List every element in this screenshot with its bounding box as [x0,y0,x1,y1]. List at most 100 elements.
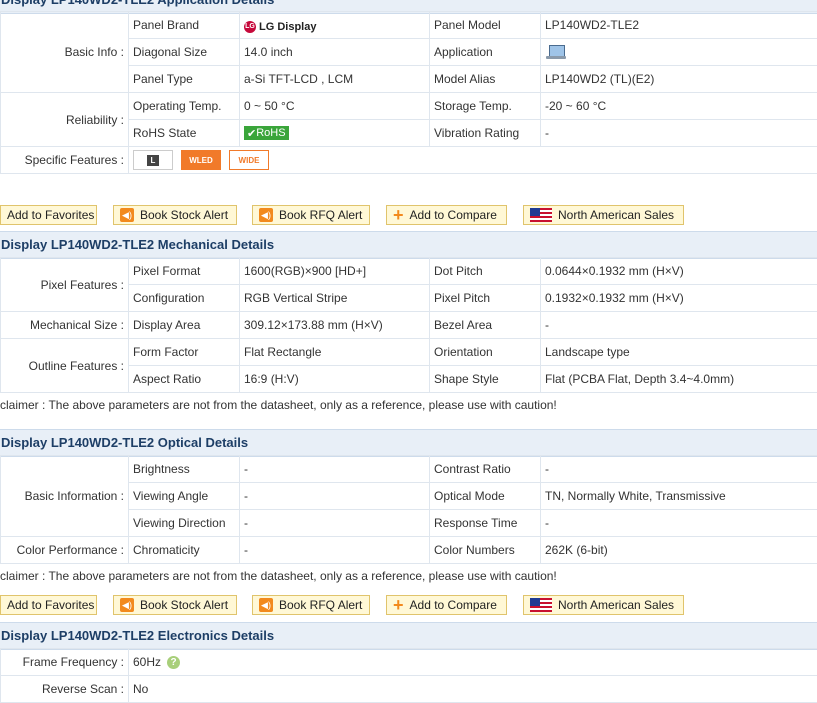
pixel-format-value: 1600(RGB)×900 [HD+] [240,258,430,285]
optical-table: Basic Information : Brightness - Contras… [0,455,817,564]
viewing-angle-value: - [240,483,430,510]
diagonal-size-value: 14.0 inch [240,39,430,66]
specific-features-label: Specific Features : [1,147,129,174]
shape-style-label: Shape Style [430,366,541,393]
us-flag-icon [530,598,552,612]
shape-style-value: Flat (PCBA Flat, Depth 3.4~4.0mm) [541,366,817,393]
orientation-label: Orientation [430,339,541,366]
optical-mode-label: Optical Mode [430,483,541,510]
book-stock-alert-button[interactable]: ◀)Book Stock Alert [113,595,237,615]
book-rfq-alert-button[interactable]: ◀)Book RFQ Alert [252,595,370,615]
add-to-compare-button[interactable]: +Add to Compare [386,205,507,225]
action-bar-2: Add to Favorites ◀)Book Stock Alert ◀)Bo… [0,595,817,617]
laptop-icon[interactable] [545,44,567,60]
add-to-compare-button[interactable]: +Add to Compare [386,595,507,615]
configuration-label: Configuration [129,285,240,312]
lg-display-logo[interactable]: LGLG Display [244,21,316,33]
brightness-label: Brightness [129,456,240,483]
plus-icon: + [393,208,404,222]
response-time-label: Response Time [430,510,541,537]
operating-temp-label: Operating Temp. [129,93,240,120]
reverse-scan-label: Reverse Scan : [1,676,129,703]
rohs-badge: ✔RoHS [244,126,289,140]
vibration-rating-label: Vibration Rating [430,120,541,147]
application-table: Basic Info : Panel Brand LGLG Display Pa… [0,11,817,174]
chromaticity-label: Chromaticity [129,537,240,564]
basic-information-label: Basic Information : [1,456,129,537]
plus-icon: + [393,598,404,612]
pixel-pitch-value: 0.1932×0.1932 mm (H×V) [541,285,817,312]
panel-brand-value[interactable]: LGLG Display [240,12,430,39]
reverse-scan-value: No [129,676,817,703]
storage-temp-label: Storage Temp. [430,93,541,120]
lg-logo-icon: LG [244,21,256,33]
form-factor-value: Flat Rectangle [240,339,430,366]
pixel-format-label: Pixel Format [129,258,240,285]
panel-brand-label: Panel Brand [129,12,240,39]
electronics-details-title: Display LP140WD2-TLE2 Electronics Detail… [0,622,817,650]
contrast-ratio-label: Contrast Ratio [430,456,541,483]
form-factor-label: Form Factor [129,339,240,366]
optical-details-title: Display LP140WD2-TLE2 Optical Details [0,429,817,457]
viewing-angle-label: Viewing Angle [129,483,240,510]
viewing-direction-label: Viewing Direction [129,510,240,537]
panel-type-label: Panel Type [129,66,240,93]
storage-temp-value: -20 ~ 60 °C [541,93,817,120]
speaker-icon: ◀) [120,208,134,222]
rohs-state-label: RoHS State [129,120,240,147]
bezel-area-label: Bezel Area [430,312,541,339]
pixel-pitch-label: Pixel Pitch [430,285,541,312]
dot-pitch-label: Dot Pitch [430,258,541,285]
chromaticity-value: - [240,537,430,564]
color-numbers-value: 262K (6-bit) [541,537,817,564]
action-bar-1: Add to Favorites ◀)Book Stock Alert ◀)Bo… [0,205,817,227]
speaker-icon: ◀) [120,598,134,612]
help-icon[interactable]: ? [167,656,180,669]
panel-model-value: LP140WD2-TLE2 [541,12,817,39]
lcd-feature-icon[interactable]: L [133,150,173,170]
dot-pitch-value: 0.0644×0.1932 mm (H×V) [541,258,817,285]
aspect-ratio-value: 16:9 (H:V) [240,366,430,393]
frame-frequency-label: Frame Frequency : [1,649,129,676]
mechanical-table: Pixel Features : Pixel Format 1600(RGB)×… [0,257,817,393]
panel-type-value: a-Si TFT-LCD , LCM [240,66,430,93]
book-stock-alert-button[interactable]: ◀)Book Stock Alert [113,205,237,225]
panel-model-label: Panel Model [430,12,541,39]
speaker-icon: ◀) [259,598,273,612]
configuration-value: RGB Vertical Stripe [240,285,430,312]
rohs-state-value: ✔RoHS [240,120,430,147]
basic-info-label: Basic Info : [1,12,129,93]
color-performance-label: Color Performance : [1,537,129,564]
diagonal-size-label: Diagonal Size [129,39,240,66]
north-american-sales-button[interactable]: North American Sales [523,205,684,225]
display-area-value: 309.12×173.88 mm (H×V) [240,312,430,339]
model-alias-value: LP140WD2 (TL)(E2) [541,66,817,93]
model-alias-label: Model Alias [430,66,541,93]
application-value [541,39,817,66]
color-numbers-label: Color Numbers [430,537,541,564]
check-icon: ✔ [247,127,256,140]
optical-mode-value: TN, Normally White, Transmissive [541,483,817,510]
vibration-rating-value: - [541,120,817,147]
outline-features-label: Outline Features : [1,339,129,393]
us-flag-icon [530,208,552,222]
optical-disclaimer: claimer : The above parameters are not f… [0,563,557,589]
display-area-label: Display Area [129,312,240,339]
north-american-sales-button[interactable]: North American Sales [523,595,684,615]
mechanical-disclaimer: claimer : The above parameters are not f… [0,392,557,418]
mechanical-details-title: Display LP140WD2-TLE2 Mechanical Details [0,231,817,259]
add-to-favorites-button[interactable]: Add to Favorites [0,595,97,615]
orientation-value: Landscape type [541,339,817,366]
application-label: Application [430,39,541,66]
operating-temp-value: 0 ~ 50 °C [240,93,430,120]
contrast-ratio-value: - [541,456,817,483]
aspect-ratio-label: Aspect Ratio [129,366,240,393]
specific-features-value: L WLED WIDE [129,147,817,174]
wide-feature-icon[interactable]: WIDE [229,150,269,170]
bezel-area-value: - [541,312,817,339]
speaker-icon: ◀) [259,208,273,222]
add-to-favorites-button[interactable]: Add to Favorites [0,205,97,225]
wled-feature-icon[interactable]: WLED [181,150,221,170]
book-rfq-alert-button[interactable]: ◀)Book RFQ Alert [252,205,370,225]
viewing-direction-value: - [240,510,430,537]
